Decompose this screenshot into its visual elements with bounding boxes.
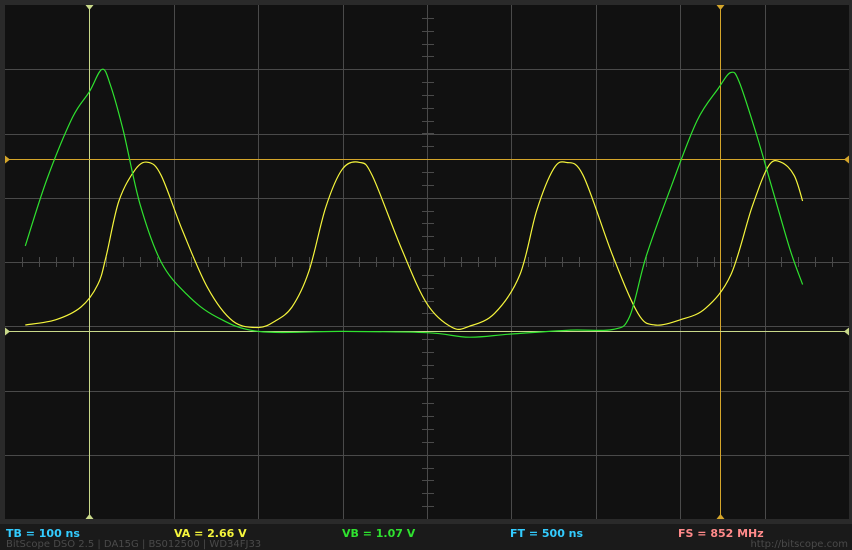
- oscilloscope-display: [0, 0, 852, 524]
- frame-time-readout: FT = 500 ns: [510, 527, 584, 540]
- status-bar: TB = 100 ns VA = 2.66 V VB = 1.07 V FT =…: [0, 524, 852, 550]
- website-link[interactable]: http://bitscope.com: [750, 539, 848, 550]
- channel-b-voltage-readout: VB = 1.07 V: [342, 527, 416, 540]
- device-info-text: BitScope DSO 2.5 | DA15G | BS012500 | WD…: [6, 539, 262, 550]
